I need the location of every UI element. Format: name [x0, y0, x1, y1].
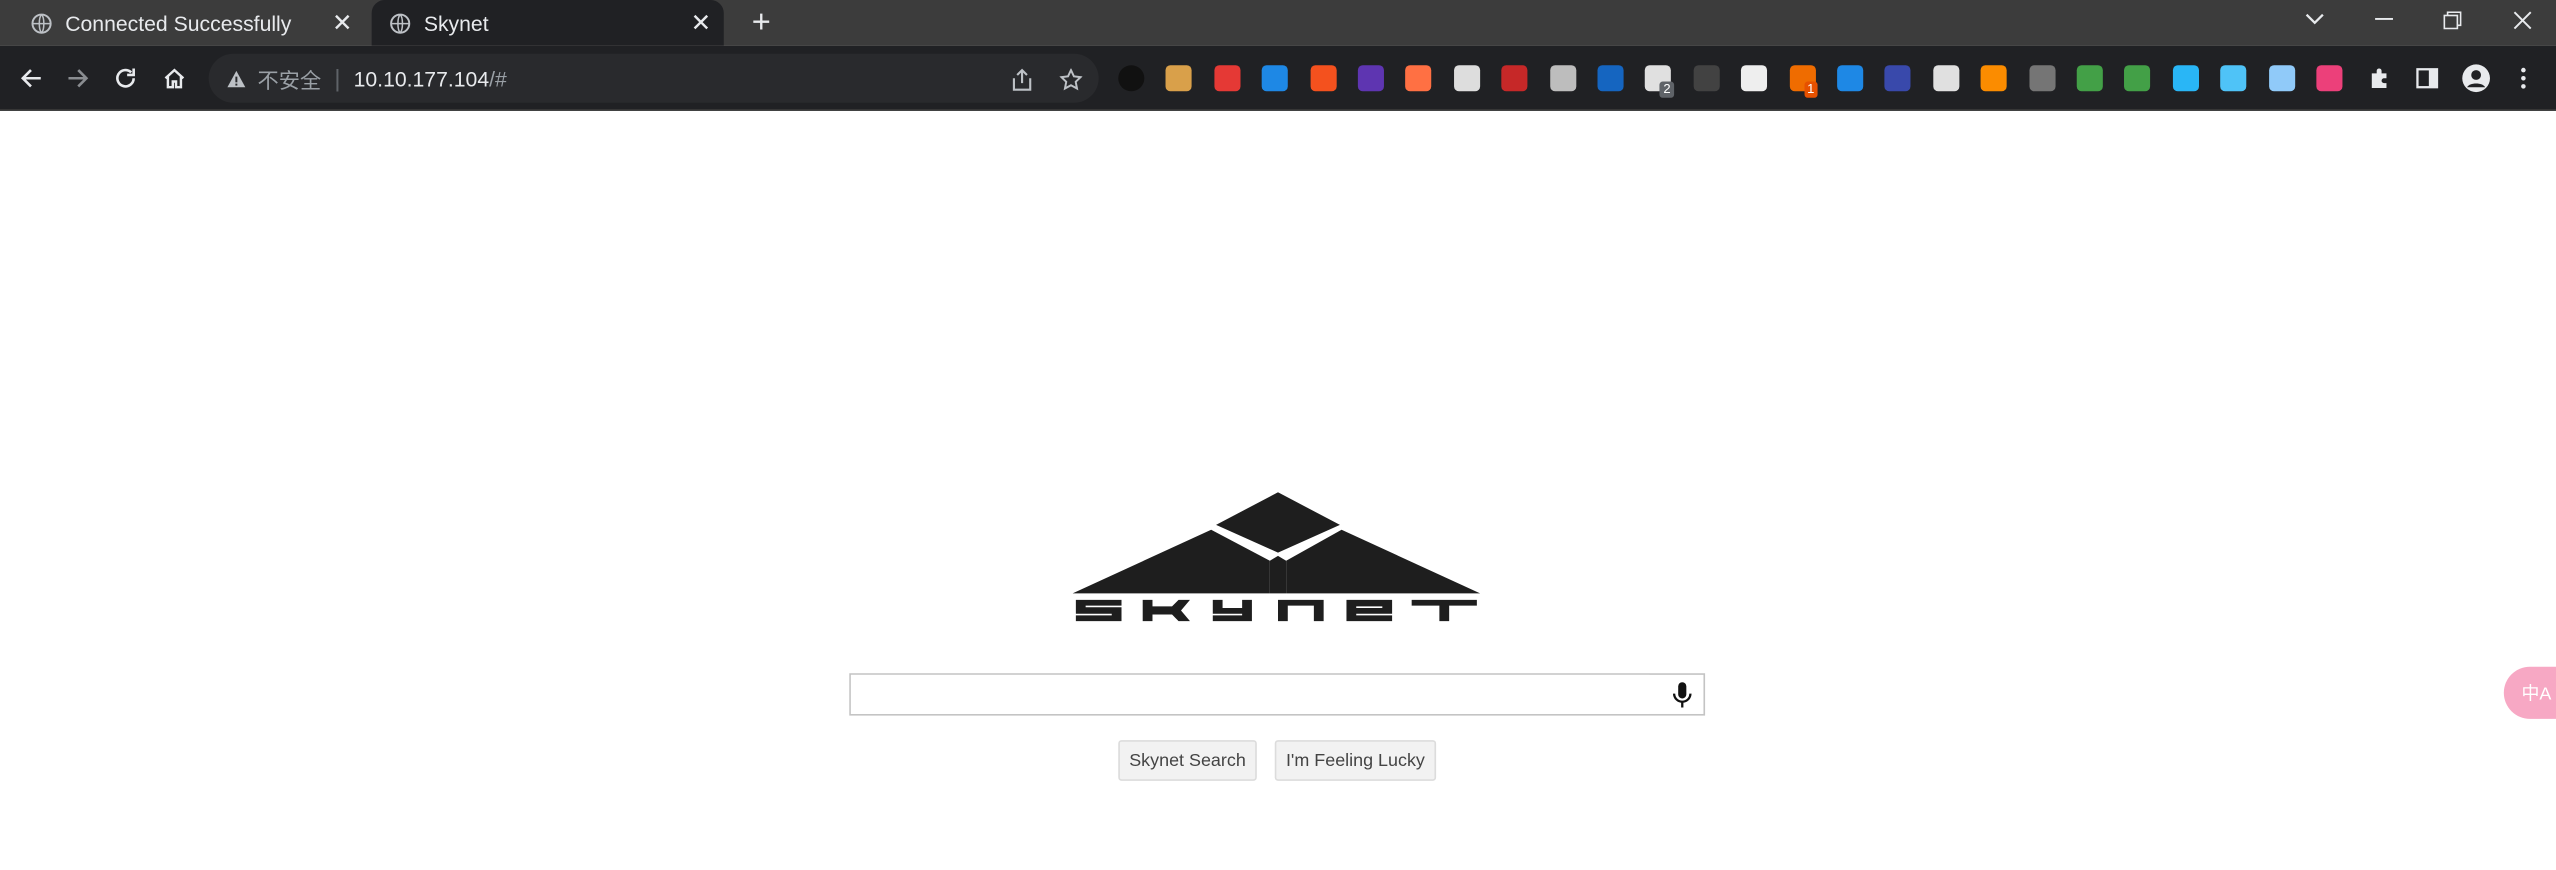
feeling-lucky-button[interactable]: I'm Feeling Lucky — [1274, 740, 1437, 781]
tab-connected-successfully[interactable]: Connected Successfully ✕ — [13, 0, 365, 46]
side-panel-icon[interactable] — [2409, 60, 2445, 96]
tab-title: Skynet — [423, 10, 489, 36]
skynet-logo — [1072, 492, 1481, 622]
bookmark-star-icon[interactable] — [1056, 65, 1085, 94]
translate-ext-icon[interactable] — [1309, 65, 1337, 92]
security-label[interactable]: 不安全 — [258, 63, 322, 94]
extensions-puzzle-icon[interactable] — [2362, 60, 2398, 96]
translate-float-button[interactable]: 中A — [2503, 666, 2556, 719]
screen-ext-icon[interactable] — [2220, 65, 2247, 92]
warning-icon[interactable] — [225, 67, 248, 90]
profile-avatar-icon[interactable] — [2458, 60, 2494, 96]
address-bar[interactable]: 不安全 | 10.10.177.104 /# — [208, 53, 1099, 103]
diamond-ext-icon[interactable] — [2172, 65, 2199, 92]
search-input[interactable] — [850, 674, 1650, 714]
divider: | — [334, 64, 341, 93]
globe-icon — [388, 11, 411, 34]
wave-ext-icon[interactable] — [1597, 65, 1624, 92]
cloud-ext-icon[interactable] — [1453, 65, 1480, 92]
tab-title: Connected Successfully — [65, 10, 292, 36]
ip-ext-icon[interactable] — [1549, 65, 1576, 92]
globe-icon — [29, 11, 52, 34]
menu-kebab-icon[interactable] — [2505, 60, 2541, 96]
cookie-ext-icon[interactable] — [1166, 65, 1193, 92]
star-ext-icon[interactable] — [2268, 65, 2295, 92]
url-host[interactable]: 10.10.177.104 — [354, 66, 490, 90]
tab-search-chevron-icon[interactable] — [2282, 0, 2347, 39]
reload-icon[interactable] — [108, 60, 144, 96]
firefox-ext-icon[interactable] — [1405, 65, 1432, 92]
circle-ext-icon[interactable] — [1118, 65, 1145, 92]
copy-ext-icon[interactable] — [2028, 65, 2055, 92]
arrow-ext-icon[interactable] — [1980, 65, 2007, 92]
url-path[interactable]: /# — [489, 66, 507, 90]
web-page: Skynet Search I'm Feeling Lucky 中A — [0, 112, 2556, 870]
close-icon[interactable]: ✕ — [688, 10, 714, 38]
microphone-icon[interactable] — [1668, 680, 1697, 709]
restore-icon[interactable] — [2419, 0, 2484, 39]
tab-skynet[interactable]: Skynet ✕ — [371, 0, 724, 46]
minimize-icon[interactable] — [2351, 0, 2416, 39]
forward-arrow-icon[interactable] — [60, 60, 96, 96]
new-tab-button[interactable]: + — [743, 7, 779, 40]
skynet-search-button[interactable]: Skynet Search — [1118, 740, 1257, 781]
tab-strip: Connected Successfully ✕ Skynet ✕ + — [0, 0, 2556, 46]
glasses-ext-icon[interactable] — [1932, 65, 1960, 92]
share-icon[interactable] — [1007, 65, 1036, 94]
browser-toolbar: 不安全 | 10.10.177.104 /# 2 1 — [0, 45, 2556, 111]
close-icon[interactable]: ✕ — [329, 10, 355, 38]
hat-ext-icon[interactable] — [1693, 65, 1720, 92]
grid-ext-icon[interactable] — [2124, 65, 2151, 92]
back-arrow-icon[interactable] — [13, 60, 49, 96]
translate2-ext-icon[interactable] — [2316, 65, 2343, 92]
layers-ext-icon[interactable] — [1357, 65, 1384, 92]
cube-ext-icon[interactable] — [1214, 65, 1241, 92]
gear-ext-icon[interactable] — [2076, 65, 2103, 92]
close-window-icon[interactable] — [2489, 0, 2554, 39]
mask-ext-icon[interactable] — [1262, 65, 1289, 92]
bars-ext-icon[interactable] — [1837, 65, 1864, 92]
flag-ext-icon[interactable] — [1501, 65, 1528, 92]
home-icon[interactable] — [156, 60, 192, 96]
moon-ext-icon[interactable] — [1885, 65, 1912, 92]
extension-badge: 1 — [1803, 81, 1818, 98]
search-field[interactable] — [849, 673, 1706, 716]
extension-badge: 2 — [1660, 81, 1674, 98]
ghost-ext-icon[interactable] — [1741, 65, 1768, 92]
